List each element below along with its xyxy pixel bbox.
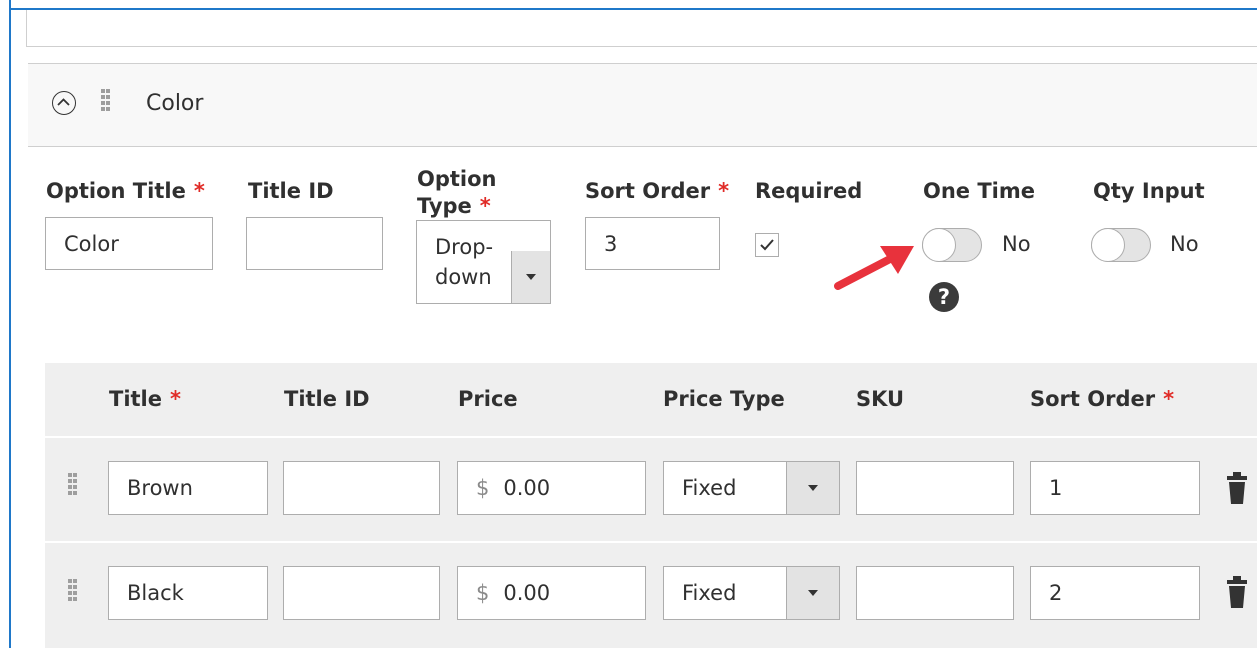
option-type-select[interactable]: Drop- down [416,220,551,304]
option-type-label: Option Type * [417,166,497,220]
trash-icon[interactable] [1226,575,1248,609]
column-header-sort-order: Sort Order * [1030,387,1174,411]
required-mark: * [718,179,730,203]
option-header[interactable]: Color [28,63,1257,147]
value-sort-order-input[interactable]: 2 [1030,566,1200,620]
required-checkbox[interactable] [755,233,779,257]
one-time-toggle[interactable] [922,228,982,262]
value-title-input[interactable]: Brown [108,461,268,515]
option-title-input[interactable]: Color [45,217,213,270]
required-mark: * [479,194,491,218]
qty-input-toggle-text: No [1170,232,1199,256]
column-header-sku: SKU [856,387,905,411]
option-type-value-line2: down [435,265,492,289]
drag-handle-icon[interactable] [101,89,111,115]
price-type-value: Fixed [682,581,737,605]
chevron-up-icon [57,98,70,106]
price-value: 0.00 [503,581,551,605]
price-value: 0.00 [503,476,551,500]
row-divider [45,541,1257,543]
one-time-label: One Time [923,179,1036,203]
required-mark: * [170,387,181,411]
column-header-text: Sort Order [1030,387,1156,411]
chevron-down-icon[interactable] [511,251,550,303]
qty-input-toggle[interactable] [1091,228,1151,262]
toggle-knob [922,228,956,262]
qty-input-label: Qty Input [1093,179,1205,203]
value-price-input[interactable]: $0.00 [457,461,646,515]
option-type-value: Drop- down [435,232,493,292]
option-type-label-line2-text: Type [417,194,472,218]
option-values-grid: Title * Title ID Price Price Type SKU Sor… [45,363,1257,648]
value-title-input[interactable]: Black [108,566,268,620]
value-sku-input[interactable] [856,566,1014,620]
column-header-title-id: Title ID [284,387,370,411]
value-title-id-input[interactable] [283,566,440,620]
value-price-type-select[interactable]: Fixed [663,461,840,515]
option-title-label-text: Option Title [46,179,186,203]
currency-symbol: $ [476,476,490,500]
currency-symbol: $ [476,581,490,605]
required-mark: * [1163,387,1175,411]
checkmark-icon [760,239,774,251]
option-type-value-line1: Drop- [435,235,494,259]
trash-icon[interactable] [1226,471,1248,505]
title-id-input[interactable] [246,217,383,270]
previous-section-card [26,10,1257,47]
sort-order-label: Sort Order * [585,178,729,205]
drag-handle-icon[interactable] [68,473,78,499]
toggle-knob [1091,228,1125,262]
sort-order-input[interactable]: 3 [585,217,720,270]
chevron-down-icon[interactable] [786,462,839,514]
frame-border-left [9,0,11,648]
arrow-annotation-icon [834,246,914,290]
option-type-label-line1: Option [417,167,497,191]
collapse-toggle-button[interactable] [52,91,76,115]
required-mark: * [193,179,205,203]
value-price-type-select[interactable]: Fixed [663,566,840,620]
row-divider [45,436,1257,438]
option-title-label: Option Title * [46,178,205,205]
option-type-label-line2: Type * [417,193,497,220]
column-header-price-type: Price Type [663,387,785,411]
value-sku-input[interactable] [856,461,1014,515]
drag-handle-icon[interactable] [68,579,78,605]
one-time-toggle-text: No [1002,232,1031,256]
sort-order-label-text: Sort Order [585,179,711,203]
value-sort-order-input[interactable]: 1 [1030,461,1200,515]
column-header-price: Price [458,387,518,411]
chevron-down-icon[interactable] [786,567,839,619]
price-type-value: Fixed [682,476,737,500]
required-label: Required [755,179,863,203]
column-header-text: Title [109,387,163,411]
column-header-title: Title * [109,387,181,411]
help-icon[interactable]: ? [929,282,959,312]
value-title-id-input[interactable] [283,461,440,515]
title-id-label: Title ID [248,179,334,203]
value-price-input[interactable]: $0.00 [457,566,646,620]
option-header-title: Color [146,91,204,116]
